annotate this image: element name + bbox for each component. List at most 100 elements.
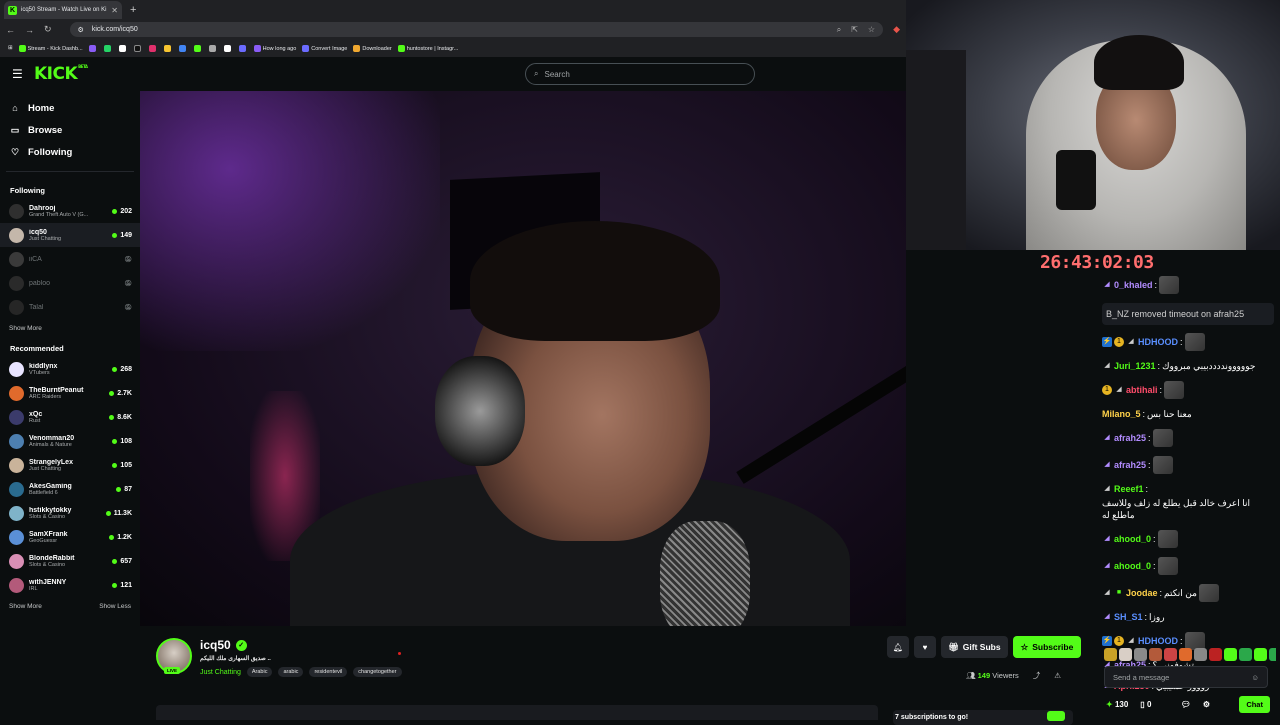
bookmark-item[interactable]: [163, 44, 173, 52]
chat-username[interactable]: Juri_1231: [1114, 360, 1156, 372]
bookmark-item[interactable]: Convert Image: [302, 44, 347, 52]
quick-emote[interactable]: [1254, 648, 1267, 661]
chat-scrollbar[interactable]: [1276, 250, 1280, 720]
site-info-icon[interactable]: ⚙: [78, 26, 84, 34]
tag[interactable]: residentevil: [309, 667, 348, 677]
tag[interactable]: changetogether: [353, 667, 402, 677]
menu-icon[interactable]: ☰: [12, 67, 23, 81]
sidebar-channel[interactable]: Talal 🔕︎: [0, 295, 140, 319]
gift-subs-button[interactable]: 🎁︎ Gift Subs: [941, 636, 1008, 658]
sidebar-channel[interactable]: BlondeRabbit Slots & Casino 657: [0, 549, 140, 573]
bookmark-item[interactable]: [133, 44, 143, 52]
bookmark-item[interactable]: [238, 44, 248, 52]
close-tab-icon[interactable]: ✕: [111, 6, 118, 15]
moderator-badge-icon[interactable]: ◢: [1102, 561, 1112, 571]
quick-emote[interactable]: [1179, 648, 1192, 661]
quick-emote[interactable]: [1104, 648, 1117, 661]
chat-username[interactable]: HDHOOD: [1138, 336, 1178, 348]
show-more-recommended[interactable]: Show More: [9, 603, 42, 610]
bookmark-item[interactable]: How long ago: [253, 44, 296, 52]
chat-username[interactable]: Milano_5: [1102, 408, 1141, 420]
sidebar-channel[interactable]: withJENNY IRL 121: [0, 573, 140, 597]
quick-emote[interactable]: [1134, 648, 1147, 661]
chat-username[interactable]: SH_S1: [1114, 611, 1143, 623]
chat-username[interactable]: ahood_0: [1114, 560, 1151, 572]
bookmark-item[interactable]: Stream - Kick Dashb...: [18, 44, 83, 52]
sidebar-channel[interactable]: Dahrooj Grand Theft Auto V (G... 202: [0, 199, 140, 223]
sidebar-channel[interactable]: xQc Rust 8.6K: [0, 405, 140, 429]
og-badge-icon[interactable]: ◢: [1126, 337, 1136, 347]
quick-emote[interactable]: [1119, 648, 1132, 661]
og-badge-icon[interactable]: ◢: [1102, 361, 1112, 371]
moderator-badge-icon[interactable]: ◢: [1102, 280, 1112, 290]
quick-emote[interactable]: [1194, 648, 1207, 661]
zoom-icon[interactable]: ⌕: [837, 25, 841, 35]
nav-browse[interactable]: ▭ Browse: [0, 119, 140, 141]
quick-emote[interactable]: [1209, 648, 1222, 661]
bookmark-item[interactable]: [148, 44, 158, 52]
moderator-badge-icon[interactable]: ◢: [1102, 612, 1112, 622]
follow-button[interactable]: ♥: [914, 636, 936, 658]
report-icon[interactable]: ⚠: [1054, 671, 1061, 680]
new-tab-icon[interactable]: +: [130, 4, 136, 16]
sidebar-channel[interactable]: AkesGaming Battlefield 6 87: [0, 477, 140, 501]
video-player[interactable]: [140, 91, 906, 626]
bookmark-item[interactable]: [103, 44, 113, 52]
subscriber-badge-icon[interactable]: 1: [1102, 385, 1112, 395]
chat-username[interactable]: 0_khaled: [1114, 279, 1153, 291]
streamer-name[interactable]: icq50 ✓: [200, 638, 247, 652]
chat-username[interactable]: Joodae: [1126, 587, 1158, 599]
chat-username[interactable]: ahood_0: [1114, 533, 1151, 545]
chat-send-button[interactable]: Chat: [1239, 695, 1270, 713]
kick-logo[interactable]: KICKBETA: [34, 64, 88, 84]
reload-icon[interactable]: ↻: [44, 24, 52, 35]
nav-following[interactable]: ♡ Following: [0, 141, 140, 163]
emoji-icon[interactable]: ☺: [1251, 673, 1259, 682]
apps-icon[interactable]: ⊞: [8, 45, 13, 51]
vip-badge-icon[interactable]: ⚡: [1102, 636, 1112, 646]
show-more-following[interactable]: Show More: [9, 325, 42, 332]
back-icon[interactable]: ←: [6, 25, 15, 35]
tag[interactable]: arabic: [278, 667, 304, 677]
bookmark-item[interactable]: huntostore | Instagr...: [397, 44, 458, 52]
sidebar-channel[interactable]: StrangelyLex Just Chatting 105: [0, 453, 140, 477]
og-badge-icon[interactable]: ◢: [1114, 385, 1124, 395]
bookmark-item[interactable]: [178, 44, 188, 52]
moderator-badge-icon[interactable]: ◢: [1102, 534, 1112, 544]
subscribe-button[interactable]: ☆ Subscribe: [1012, 636, 1082, 658]
moderator-badge-icon[interactable]: ◢: [1102, 433, 1112, 443]
subscriber-badge-icon[interactable]: 1: [1114, 636, 1124, 646]
chat-username[interactable]: afrah25: [1114, 459, 1146, 471]
chat-username[interactable]: Reeef1: [1114, 483, 1144, 495]
quick-emote[interactable]: [1149, 648, 1162, 661]
vip-badge-icon[interactable]: ⚡: [1102, 337, 1112, 347]
og-badge-icon[interactable]: ◢: [1102, 588, 1112, 598]
bookmark-item[interactable]: [208, 44, 218, 52]
bookmark-item[interactable]: [118, 44, 128, 52]
address-bar[interactable]: ⚙ kick.com/icq50 ⌕ ⇱ ☆: [69, 22, 884, 37]
sidebar-channel[interactable]: SamXFrank GeoGuessr 1.2K: [0, 525, 140, 549]
bookmark-item[interactable]: Downloader: [353, 44, 392, 52]
nav-home[interactable]: ⌂ Home: [0, 97, 140, 119]
og-badge-icon[interactable]: ◢: [1126, 636, 1136, 646]
bookmark-star-icon[interactable]: ☆: [868, 25, 875, 35]
quick-emote[interactable]: [1164, 648, 1177, 661]
extensions-icon[interactable]: ◆: [893, 24, 900, 35]
sidebar-channel[interactable]: iiCA 🔕︎: [0, 247, 140, 271]
chat-username[interactable]: abtihali: [1126, 384, 1158, 396]
points-display[interactable]: ✦ 130: [1106, 700, 1128, 709]
search-input[interactable]: ⌕ Search: [525, 63, 755, 85]
subscriber-badge-icon[interactable]: 1: [1114, 337, 1124, 347]
show-less-recommended[interactable]: Show Less: [99, 603, 131, 610]
chat-settings-icon[interactable]: ⚙: [1203, 700, 1210, 709]
browser-tab[interactable]: K icq50 Stream - Watch Live on Ki ✕: [4, 1, 122, 19]
chat-input[interactable]: Send a message ☺: [1104, 666, 1268, 688]
tickets-display[interactable]: ▯ 0: [1140, 700, 1151, 709]
sidebar-channel[interactable]: hstikkytokky Slots & Casino 11.3K: [0, 501, 140, 525]
sidebar-channel[interactable]: icq50 Just Chatting 149: [0, 223, 140, 247]
forward-icon[interactable]: →: [25, 25, 34, 35]
moderator-badge-icon[interactable]: ◢: [1102, 460, 1112, 470]
share-icon[interactable]: ⤴: [1033, 670, 1041, 681]
sidebar-channel[interactable]: kiddlynx VTubers 268: [0, 357, 140, 381]
chat-username[interactable]: afrah25: [1114, 432, 1146, 444]
